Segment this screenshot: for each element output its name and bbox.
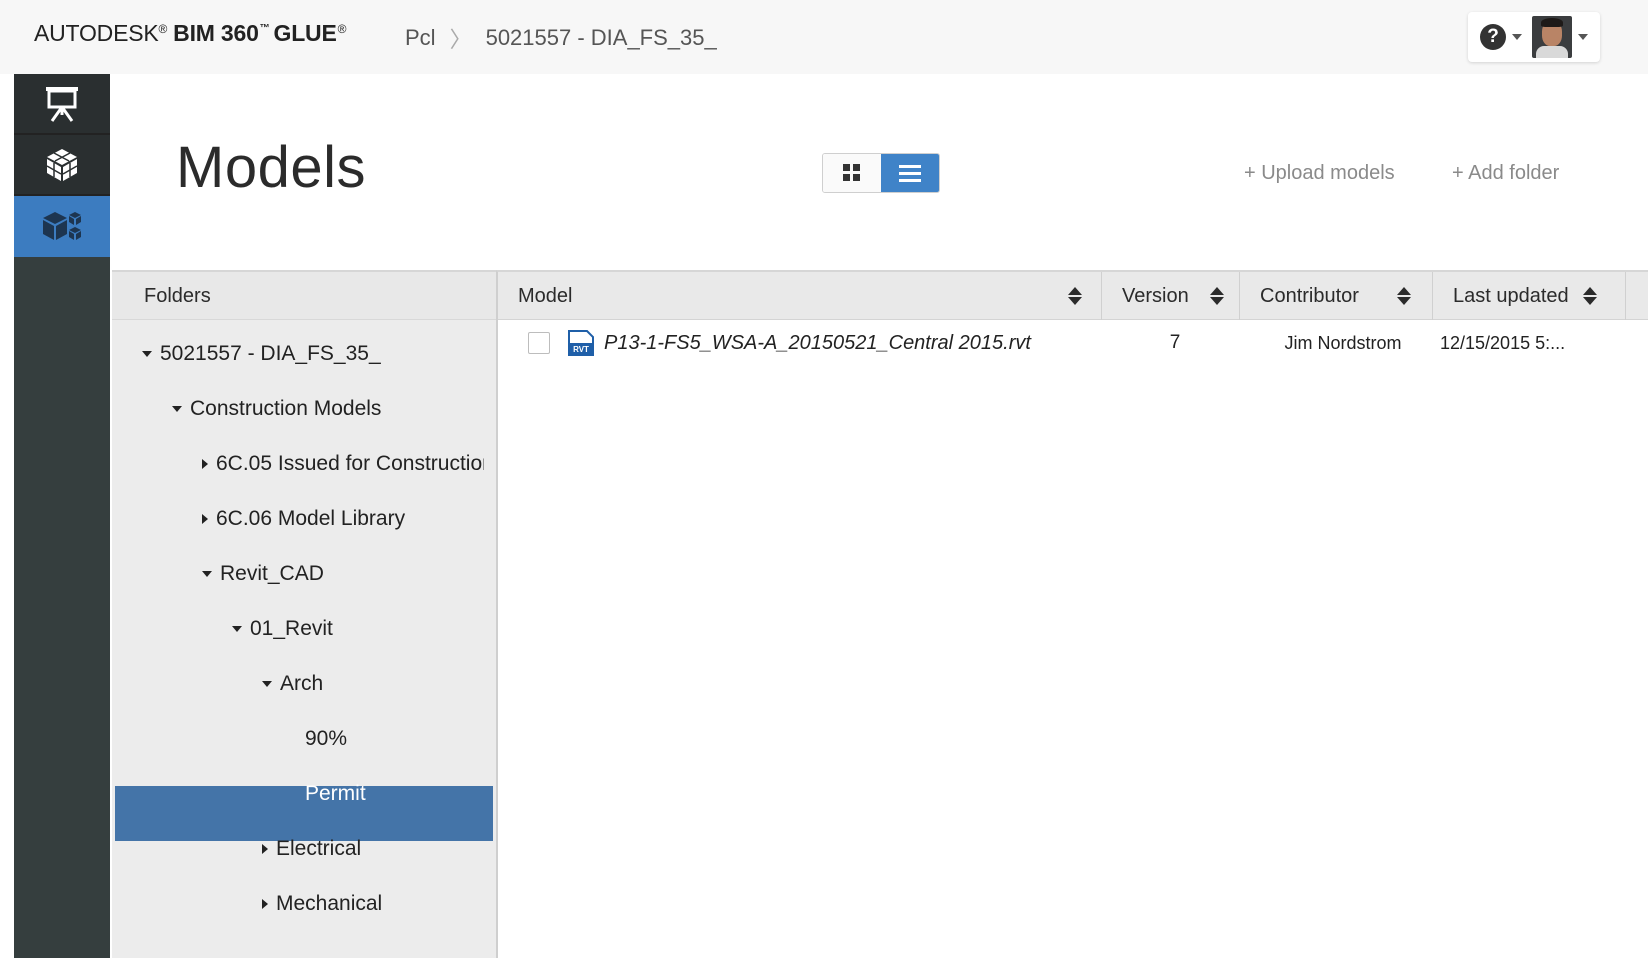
grid-view-icon — [843, 164, 860, 181]
collapsed-caret-icon[interactable] — [262, 898, 272, 909]
left-rail — [14, 74, 110, 958]
breadcrumb-separator-icon: 〉 — [449, 27, 472, 52]
list-view-button[interactable] — [881, 154, 939, 192]
tree-item-label: 6C.05 Issued for Construction — [216, 451, 484, 475]
sort-icon[interactable] — [1068, 287, 1082, 305]
rail-item-model[interactable] — [14, 135, 110, 196]
tree-item-permit[interactable]: Permit — [305, 766, 366, 821]
brand-bim360: BIM 360 — [173, 20, 259, 46]
tree-item-electrical[interactable]: Electrical — [262, 821, 361, 876]
tree-item-label: Mechanical — [276, 891, 383, 915]
sort-icon[interactable] — [1583, 287, 1597, 305]
column-label: Model — [518, 284, 573, 307]
breadcrumb: Pcl 〉 5021557 - DIA_FS_35_ — [405, 22, 717, 54]
table-header: Model Version Contributor Last updated — [498, 272, 1648, 320]
svg-text:RVT: RVT — [573, 345, 589, 354]
tree-item-issued-for-construction[interactable]: 6C.05 Issued for Construction — [202, 436, 484, 491]
model-name-link[interactable]: P13-1-FS5_WSA-A_20150521_Central 2015.rv… — [604, 321, 1031, 365]
models-table: Model Version Contributor Last updated R… — [496, 270, 1648, 958]
models-cubes-icon — [43, 211, 81, 240]
help-icon[interactable]: ? — [1480, 24, 1506, 50]
tree-item-project-root[interactable]: 5021557 - DIA_FS_35_ — [142, 326, 381, 381]
tree-item-01-revit[interactable]: 01_Revit — [232, 601, 333, 656]
tree-item-construction-models[interactable]: Construction Models — [172, 381, 381, 436]
model-cube-icon — [46, 148, 78, 181]
view-mode-toggle — [822, 153, 940, 193]
breadcrumb-item-project-group[interactable]: Pcl — [405, 25, 436, 51]
brand-registered: ® — [158, 22, 168, 36]
tree-item-mechanical[interactable]: Mechanical — [262, 876, 382, 931]
collapsed-caret-icon[interactable] — [202, 458, 212, 469]
expanded-caret-icon[interactable] — [232, 625, 246, 632]
sort-icon[interactable] — [1210, 287, 1224, 305]
expanded-caret-icon[interactable] — [262, 680, 276, 687]
sort-icon[interactable] — [1397, 287, 1411, 305]
presentation-icon — [46, 86, 78, 122]
column-header-version[interactable]: Version — [1102, 272, 1240, 320]
tree-item-label: 5021557 - DIA_FS_35_ — [160, 341, 381, 365]
row-checkbox[interactable] — [528, 332, 550, 354]
column-header-last-updated[interactable]: Last updated — [1433, 272, 1626, 320]
user-dropdown-icon[interactable] — [1578, 34, 1588, 40]
user-menu: ? — [1468, 12, 1600, 62]
version-cell: 7 — [1169, 332, 1181, 353]
collapsed-caret-icon[interactable] — [262, 843, 272, 854]
contributor-cell: Jim Nordstrom — [1284, 332, 1402, 353]
table-row[interactable]: RVT P13-1-FS5_WSA-A_20150521_Central 201… — [498, 321, 1648, 365]
help-dropdown-icon[interactable] — [1512, 34, 1522, 40]
column-label: Version — [1122, 284, 1189, 307]
expanded-caret-icon[interactable] — [142, 350, 156, 357]
column-label: Last updated — [1453, 284, 1569, 307]
brand-registered-2: ® — [337, 22, 347, 36]
rvt-file-icon: RVT — [568, 330, 594, 356]
folders-panel: Folders 5021557 - DIA_FS_35_ Constructio… — [112, 270, 496, 958]
tree-item-90-percent[interactable]: 90% — [305, 711, 347, 766]
brand-logo[interactable]: AUTODESK ® BIM 360 ™ GLUE ® — [34, 20, 352, 50]
brand-autodesk: AUTODESK — [34, 20, 159, 46]
grid-view-button[interactable] — [823, 154, 881, 192]
expanded-caret-icon[interactable] — [202, 570, 216, 577]
upload-models-button[interactable]: + Upload models — [1244, 162, 1395, 185]
collapsed-caret-icon[interactable] — [202, 513, 212, 524]
tree-item-label: 6C.06 Model Library — [216, 506, 406, 530]
tree-item-model-library[interactable]: 6C.06 Model Library — [202, 491, 405, 546]
rail-item-models[interactable] — [14, 196, 110, 257]
add-folder-button[interactable]: + Add folder — [1452, 162, 1559, 185]
tree-item-label: Arch — [280, 671, 324, 695]
tree-item-label: 90% — [305, 726, 348, 750]
top-bar: AUTODESK ® BIM 360 ™ GLUE ® Pcl 〉 502155… — [0, 0, 1648, 74]
column-label: Contributor — [1260, 284, 1359, 307]
rail-item-presentation[interactable] — [14, 74, 110, 135]
brand-glue: GLUE — [273, 20, 337, 46]
brand-trademark: ™ — [259, 23, 270, 34]
expanded-caret-icon[interactable] — [172, 405, 186, 412]
tree-item-label: 01_Revit — [250, 616, 333, 640]
column-header-contributor[interactable]: Contributor — [1240, 272, 1433, 320]
breadcrumb-item-project[interactable]: 5021557 - DIA_FS_35_ — [486, 25, 717, 51]
tree-item-label: Permit — [305, 781, 366, 805]
tree-item-revit-cad[interactable]: Revit_CAD — [202, 546, 324, 601]
avatar[interactable] — [1532, 16, 1572, 58]
folder-tree: 5021557 - DIA_FS_35_ Construction Models… — [112, 272, 484, 958]
tree-item-label: Electrical — [276, 836, 362, 860]
column-header-model[interactable]: Model — [498, 272, 1102, 320]
tree-item-label: Revit_CAD — [220, 561, 324, 585]
tree-item-arch[interactable]: Arch — [262, 656, 323, 711]
page-title: Models — [176, 135, 366, 200]
list-view-icon — [899, 165, 921, 182]
tree-item-label: Construction Models — [190, 396, 382, 420]
last-updated-cell: 12/15/2015 5:... — [1440, 332, 1566, 353]
